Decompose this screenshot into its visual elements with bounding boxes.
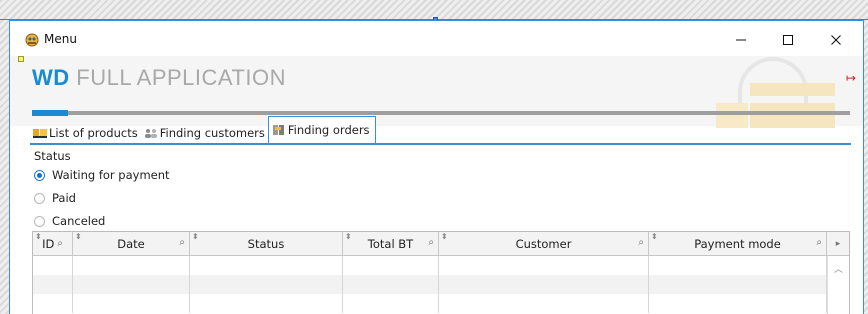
scroll-right-icon[interactable]: ▸ (827, 232, 849, 255)
menu-window: Menu WD FULL APPLICATION ↦ List of produ… (9, 20, 864, 314)
sort-icon[interactable]: ⬍ (35, 233, 42, 241)
column-label: Total BT (367, 236, 414, 251)
radio-waiting-for-payment[interactable]: Waiting for payment (34, 168, 170, 182)
column-header-id[interactable]: ⬍ ID ⌕ (33, 232, 73, 255)
selection-handle-left[interactable] (18, 56, 24, 62)
tab-finding-orders[interactable]: Finding orders (267, 116, 376, 143)
radio-dot[interactable] (34, 192, 45, 204)
sort-icon[interactable]: ⬍ (75, 233, 82, 241)
column-label: Customer (515, 236, 572, 251)
logout-icon[interactable]: ↦ (846, 71, 856, 85)
minimize-icon (736, 39, 746, 41)
orders-table: ⬍ ID ⌕ ⬍ Date ⌕ ⬍ Status ⬍ Total BT ⌕ ⬍ … (32, 231, 850, 314)
column-header-total-bt[interactable]: ⬍ Total BT ⌕ (343, 232, 439, 255)
tab-label: Finding orders (287, 123, 370, 137)
orders-icon (272, 125, 284, 135)
column-header-date[interactable]: ⬍ Date ⌕ (73, 232, 190, 255)
column-header-customer[interactable]: ⬍ Customer ⌕ (439, 232, 649, 255)
brand-rest: FULL APPLICATION (69, 65, 286, 90)
app-brand: WD FULL APPLICATION (32, 65, 286, 91)
sort-icon[interactable]: ⬍ (192, 233, 199, 241)
radio-dot[interactable] (34, 215, 45, 227)
vertical-scrollbar[interactable]: ︿ (827, 256, 849, 314)
banner-decoration (716, 103, 748, 128)
column-label: ID (42, 236, 55, 251)
banner-decoration (750, 83, 835, 96)
table-header: ⬍ ID ⌕ ⬍ Date ⌕ ⬍ Status ⬍ Total BT ⌕ ⬍ … (33, 232, 849, 256)
banner-decoration (750, 103, 835, 128)
tab-finding-customers[interactable]: Finding customers (141, 122, 268, 143)
search-icon[interactable]: ⌕ (816, 237, 822, 248)
tab-bar: List of products Finding customers Findi… (30, 116, 376, 143)
radio-label: Canceled (52, 214, 106, 228)
close-icon (831, 35, 841, 45)
column-label: Date (117, 236, 145, 251)
column-label: Payment mode (694, 236, 781, 251)
close-button[interactable] (819, 27, 853, 53)
progress-accent (32, 110, 68, 116)
table-row[interactable] (33, 275, 827, 294)
search-icon[interactable]: ⌕ (57, 238, 63, 249)
radio-canceled[interactable]: Canceled (34, 214, 105, 228)
column-label: Status (247, 236, 285, 251)
sort-icon[interactable]: ⬍ (441, 233, 448, 241)
tab-list-of-products[interactable]: List of products (30, 122, 141, 143)
radio-dot[interactable] (34, 169, 45, 181)
status-label: Status (34, 149, 71, 163)
customers-icon (144, 128, 157, 138)
progress-track (32, 111, 850, 115)
maximize-icon (783, 35, 793, 45)
brand-bold: WD (32, 65, 70, 90)
tab-underline (30, 143, 851, 145)
window-title: Menu (44, 32, 77, 46)
column-header-status[interactable]: ⬍ Status (190, 232, 343, 255)
search-icon[interactable]: ⌕ (638, 237, 644, 248)
table-row[interactable] (33, 256, 827, 275)
sort-icon[interactable]: ⬍ (345, 233, 352, 241)
table-row[interactable] (33, 294, 827, 313)
radio-label: Waiting for payment (52, 168, 170, 182)
column-header-payment-mode[interactable]: ⬍ Payment mode ⌕ (649, 232, 827, 255)
tab-label: Finding customers (159, 125, 265, 140)
maximize-button[interactable] (771, 27, 805, 53)
title-bar: Menu (10, 21, 863, 55)
minimize-button[interactable] (724, 27, 758, 53)
chevron-up-icon[interactable]: ︿ (834, 262, 843, 314)
tab-label: List of products (49, 125, 138, 140)
products-icon (33, 128, 47, 138)
sort-icon[interactable]: ⬍ (651, 233, 658, 241)
radio-label: Paid (52, 191, 76, 205)
search-icon[interactable]: ⌕ (179, 237, 185, 248)
radio-paid[interactable]: Paid (34, 191, 76, 205)
app-icon (25, 33, 39, 47)
search-icon[interactable]: ⌕ (428, 237, 434, 248)
